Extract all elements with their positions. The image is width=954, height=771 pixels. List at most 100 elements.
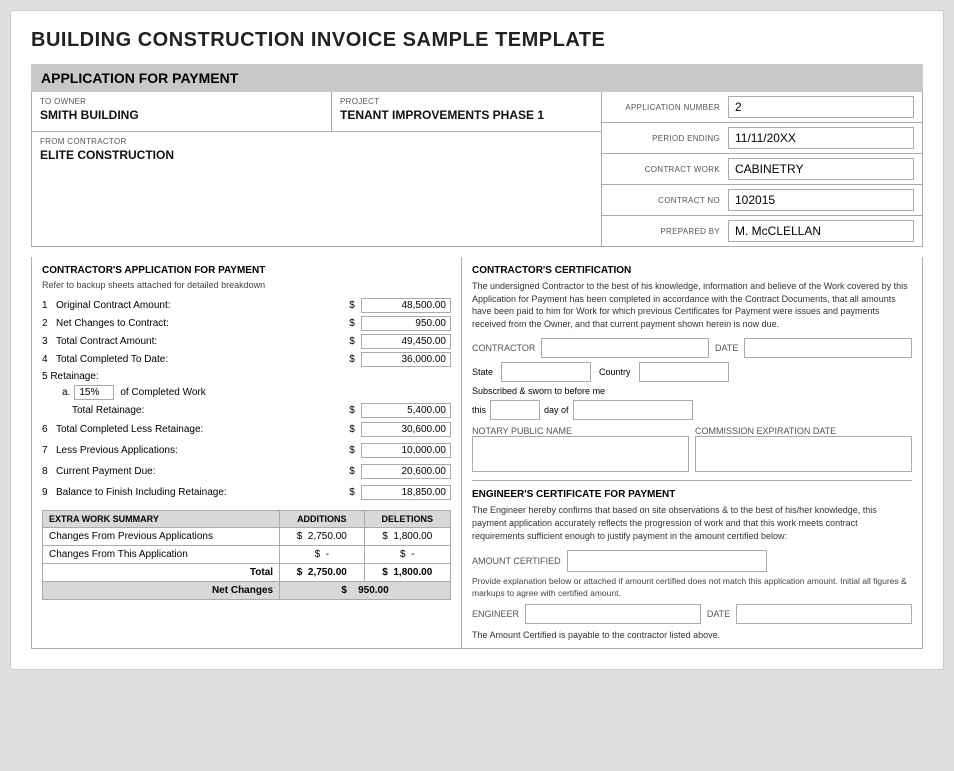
total-retainage-label: Total Retainage:: [56, 405, 343, 416]
prepared-by-label: PREPARED BY: [610, 227, 720, 236]
engineer-box[interactable]: [525, 604, 701, 624]
extra-work-add-1: $ 2,750.00: [280, 528, 364, 546]
section-divider: [472, 480, 912, 481]
line-num-3: 3: [42, 336, 56, 347]
total-del: $ 1,800.00: [364, 564, 450, 582]
page-container: BUILDING CONSTRUCTION INVOICE SAMPLE TEM…: [10, 10, 944, 670]
country-box[interactable]: [639, 362, 729, 382]
right-body: CONTRACTOR'S CERTIFICATION The undersign…: [462, 257, 922, 648]
line-item-1: 1 Original Contract Amount: $ 48,500.00: [42, 298, 451, 313]
engineer-label: ENGINEER: [472, 609, 519, 619]
line-item-8: 8 Current Payment Due: $ 20,600.00: [42, 464, 451, 479]
line-item-2: 2 Net Changes to Contract: $ 950.00: [42, 316, 451, 331]
state-box[interactable]: [501, 362, 591, 382]
amount-certified-box[interactable]: [567, 550, 767, 572]
state-label: State: [472, 367, 493, 377]
period-ending-row: PERIOD ENDING 11/11/20XX: [602, 123, 922, 154]
line-amount-6: 30,600.00: [361, 422, 451, 437]
app-number-row: APPLICATION NUMBER 2: [602, 92, 922, 123]
line-dollar-9: $: [343, 487, 361, 498]
line-num-9: 9: [42, 487, 56, 498]
line-amount-1: 48,500.00: [361, 298, 451, 313]
contractor-value: ELITE CONSTRUCTION: [40, 148, 593, 166]
contract-work-value: CABINETRY: [728, 158, 914, 180]
this-text: this: [472, 405, 486, 415]
line-desc-8: Current Payment Due:: [56, 466, 343, 477]
engineer-cert-title: ENGINEER'S CERTIFICATE FOR PAYMENT: [472, 489, 912, 500]
date-label-2: DATE: [707, 609, 730, 619]
notary-box[interactable]: [472, 436, 689, 472]
retainage-label: 5 Retainage:: [42, 371, 99, 382]
app-number-label: APPLICATION NUMBER: [610, 103, 720, 112]
line-item-9: 9 Balance to Finish Including Retainage:…: [42, 485, 451, 500]
total-retainage-dollar: $: [343, 405, 361, 416]
commission-label: Commission Expiration Date: [695, 426, 912, 436]
app-number-value: 2: [728, 96, 914, 118]
left-subtitle: Refer to backup sheets attached for deta…: [42, 280, 451, 290]
extra-work-label-2: Changes From This Application: [43, 546, 280, 564]
amount-certified-label: AMOUNT CERTIFIED: [472, 556, 561, 566]
retainage-pct-label: of Completed Work: [120, 387, 205, 398]
period-ending-label: PERIOD ENDING: [610, 134, 720, 143]
contractor-field: FROM CONTRACTOR ELITE CONSTRUCTION: [32, 132, 601, 171]
line-num-2: 2: [42, 318, 56, 329]
line-num-4: 4: [42, 354, 56, 365]
contract-no-value: 102015: [728, 189, 914, 211]
line-num-8: 8: [42, 466, 56, 477]
payable-note: The Amount Certified is payable to the c…: [472, 630, 912, 640]
project-field: PROJECT TENANT IMPROVEMENTS PHASE 1: [332, 92, 601, 131]
net-label: Net Changes: [43, 582, 280, 600]
left-body: CONTRACTOR'S APPLICATION FOR PAYMENT Ref…: [32, 257, 462, 648]
state-country-row: State Country: [472, 362, 912, 382]
contractor-label: FROM CONTRACTOR: [40, 137, 593, 146]
line-dollar-3: $: [343, 336, 361, 347]
line-item-6: 6 Total Completed Less Retainage: $ 30,6…: [42, 422, 451, 437]
line-desc-7: Less Previous Applications:: [56, 445, 343, 456]
line-desc-1: Original Contract Amount:: [56, 300, 343, 311]
line-item-3: 3 Total Contract Amount: $ 49,450.00: [42, 334, 451, 349]
line-desc-9: Balance to Finish Including Retainage:: [56, 487, 343, 498]
extra-work-net-row: Net Changes $ 950.00: [43, 582, 451, 600]
extra-work-row-1: Changes From Previous Applications $ 2,7…: [43, 528, 451, 546]
notary-label: Notary Public Name: [472, 426, 689, 436]
contractor-cert-text: The undersigned Contractor to the best o…: [472, 280, 912, 330]
project-label: PROJECT: [340, 97, 593, 106]
line-desc-2: Net Changes to Contract:: [56, 318, 343, 329]
this-day-box[interactable]: [490, 400, 540, 420]
contractor-sig-box[interactable]: [541, 338, 709, 358]
total-retainage-amount: 5,400.00: [361, 403, 451, 418]
line-dollar-2: $: [343, 318, 361, 329]
owner-field: TO OWNER SMITH BUILDING: [32, 92, 332, 131]
retainage-section: 5 Retainage:: [42, 370, 451, 382]
extra-work-del-2: $ -: [364, 546, 450, 564]
notary-commission-row: Notary Public Name Commission Expiration…: [472, 426, 912, 472]
left-section-title: CONTRACTOR'S APPLICATION FOR PAYMENT: [42, 265, 451, 276]
day-of-box[interactable]: [573, 400, 693, 420]
extra-work-label-1: Changes From Previous Applications: [43, 528, 280, 546]
line-desc-4: Total Completed To Date:: [56, 354, 343, 365]
date-box-1[interactable]: [744, 338, 912, 358]
line-amount-2: 950.00: [361, 316, 451, 331]
line-num-7: 7: [42, 445, 56, 456]
line-amount-3: 49,450.00: [361, 334, 451, 349]
main-title: BUILDING CONSTRUCTION INVOICE SAMPLE TEM…: [31, 29, 923, 52]
line-amount-9: 18,850.00: [361, 485, 451, 500]
amount-certified-row: AMOUNT CERTIFIED: [472, 550, 912, 572]
date-box-2[interactable]: [736, 604, 912, 624]
total-add: $ 2,750.00: [280, 564, 364, 582]
total-retainage-row: Total Retainage: $ 5,400.00: [42, 403, 451, 418]
line-item-4: 4 Total Completed To Date: $ 36,000.00: [42, 352, 451, 367]
contract-work-label: CONTRACT WORK: [610, 165, 720, 174]
total-label: Total: [43, 564, 280, 582]
extra-work-title-header: EXTRA WORK SUMMARY: [43, 511, 280, 528]
small-note: Provide explanation below or attached if…: [472, 576, 912, 600]
project-value: TENANT IMPROVEMENTS PHASE 1: [340, 108, 593, 126]
commission-box[interactable]: [695, 436, 912, 472]
top-fields: TO OWNER SMITH BUILDING PROJECT TENANT I…: [32, 92, 601, 132]
this-day-row: this day of: [472, 400, 912, 420]
owner-value: SMITH BUILDING: [40, 108, 323, 126]
subscribed-row: Subscribed & sworn to before me: [472, 386, 912, 396]
contract-no-label: CONTRACT NO: [610, 196, 720, 205]
owner-label: TO OWNER: [40, 97, 323, 106]
date-label-1: DATE: [715, 343, 738, 353]
